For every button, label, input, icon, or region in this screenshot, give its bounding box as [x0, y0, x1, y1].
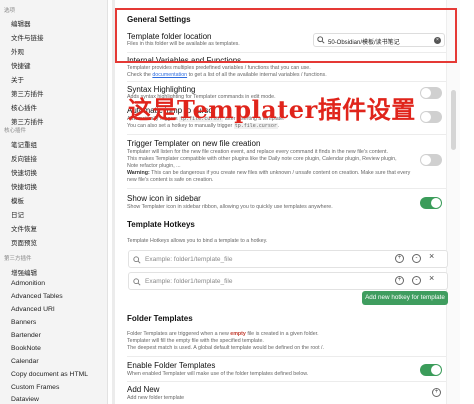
- folder-templates-title: Folder Templates: [127, 314, 193, 323]
- sidebar-item-community-plugins[interactable]: 第三方插件: [11, 88, 44, 98]
- warning-text: This can be dangerous if you create new …: [151, 170, 411, 176]
- toggle-knob: [431, 365, 441, 375]
- settings-sidebar: 选项 编辑器 文件与链接 外观 快捷键 关于 第三方插件 核心插件 第三方插件 …: [0, 0, 108, 404]
- sidebar-item-booknote[interactable]: BookNote: [11, 345, 41, 352]
- template-hotkeys-title: Template Hotkeys: [127, 220, 195, 229]
- highlight-annotation-box: [115, 8, 457, 63]
- trigger-desc-1: Templater will listen for the new file c…: [127, 149, 388, 155]
- sidebar-item-daily-notes[interactable]: 日记: [11, 209, 24, 219]
- trigger-new-file-title: Trigger Templater on new file creation: [127, 139, 261, 148]
- sidebar-item-file-recovery[interactable]: 文件恢复: [11, 223, 37, 233]
- annotation-text: 这是Templater插件设置: [128, 95, 416, 124]
- auto-jump-toggle[interactable]: [420, 111, 442, 123]
- sidebar-item-calendar[interactable]: Calendar: [11, 358, 39, 365]
- sidebar-item-copy-as-html[interactable]: Copy document as HTML: [11, 371, 88, 378]
- separator: [127, 356, 452, 357]
- add-hotkey-button[interactable]: Add new hotkey for template: [362, 291, 448, 305]
- show-icon-desc: Show Templater icon in sidebar ribbon, a…: [127, 204, 333, 210]
- sidebar-group-third-party: 第三方插件: [4, 256, 32, 262]
- folder-templates-desc-1: Folder Templates are triggered when a ne…: [127, 331, 447, 338]
- sidebar-item-dataview[interactable]: Dataview: [11, 396, 39, 403]
- sidebar-item-enhanced-editing[interactable]: 增强编辑: [11, 267, 37, 277]
- folder-desc-pre: Folder Templates are triggered when a ne…: [127, 331, 229, 337]
- sidebar-item-banners[interactable]: Banners: [11, 319, 36, 326]
- template-hotkeys-desc: Template Hotkeys allows you to bind a te…: [127, 238, 268, 244]
- sidebar-item-command-palette[interactable]: 快捷切换: [11, 181, 37, 191]
- sidebar-item-about[interactable]: 关于: [11, 74, 24, 84]
- sidebar-item-note-composer[interactable]: 笔记重组: [11, 139, 37, 149]
- sidebar-item-editor[interactable]: 编辑器: [11, 18, 31, 28]
- sidebar-item-page-preview[interactable]: 页面预览: [11, 237, 37, 247]
- show-icon-title: Show icon in sidebar: [127, 194, 201, 203]
- sidebar-item-third-party[interactable]: 第三方插件: [11, 116, 44, 126]
- add-new-desc: Add new folder template: [127, 395, 185, 401]
- sidebar-item-hotkeys[interactable]: 快捷键: [11, 60, 31, 70]
- close-icon[interactable]: ×: [429, 251, 434, 261]
- toggle-knob: [431, 198, 441, 208]
- sidebar-item-backlinks[interactable]: 反向链接: [11, 153, 37, 163]
- sidebar-item-advanced-tables[interactable]: Advanced Tables: [11, 293, 63, 300]
- internal-vars-desc-2: Check the documentation to get a list of…: [127, 72, 447, 79]
- close-icon[interactable]: ×: [429, 273, 434, 283]
- info-circle-icon[interactable]: -: [412, 254, 421, 263]
- sidebar-item-bartender[interactable]: Bartender: [11, 332, 41, 339]
- sidebar-item-custom-frames[interactable]: Custom Frames: [11, 384, 59, 391]
- sidebar-item-advanced-uri[interactable]: Advanced URI: [11, 306, 55, 313]
- trigger-desc-3: Note refactor plugin, ...: [127, 163, 181, 169]
- folder-templates-desc-3: The deepest match is used. A global defa…: [127, 345, 324, 351]
- folder-desc-empty: empty: [230, 331, 246, 337]
- sidebar-item-appearance[interactable]: 外观: [11, 46, 24, 56]
- add-new-title: Add New: [127, 385, 160, 394]
- sidebar-item-admonition[interactable]: Admonition: [11, 280, 45, 287]
- folder-templates-desc-2: Templater will fill the empty file with …: [127, 338, 264, 344]
- sidebar-group-core: 核心插件: [4, 128, 27, 134]
- toggle-knob: [421, 112, 431, 122]
- folder-desc-post: file is created in a given folder.: [247, 331, 319, 337]
- plus-circle-icon[interactable]: +: [395, 276, 404, 285]
- info-circle-icon[interactable]: -: [412, 276, 421, 285]
- separator: [127, 188, 452, 189]
- sidebar-item-core-plugins[interactable]: 核心插件: [11, 102, 37, 112]
- trigger-new-file-toggle[interactable]: [420, 154, 442, 166]
- enable-folder-templates-desc: When enabled Templater will make use of …: [127, 371, 309, 377]
- warning-label: Warning:: [127, 170, 150, 176]
- internal-vars-desc: Templater provides multiples predefined …: [127, 65, 311, 71]
- separator: [127, 134, 452, 135]
- documentation-link[interactable]: documentation: [152, 72, 187, 78]
- internal-desc-post: to get a list of all the available inter…: [188, 72, 327, 78]
- sidebar-group-options: 选项: [4, 8, 16, 14]
- separator: [127, 381, 452, 382]
- search-icon: [133, 256, 141, 264]
- trigger-desc-4: new file's content is safe on creation.: [127, 177, 214, 183]
- trigger-desc-2: This makes Templater compatible with oth…: [127, 156, 397, 162]
- separator: [127, 81, 452, 82]
- show-icon-toggle[interactable]: [420, 197, 442, 209]
- internal-desc-pre: Check the: [127, 72, 151, 78]
- toggle-knob: [421, 155, 431, 165]
- trigger-warning: Warning: This can be dangerous if you cr…: [127, 170, 447, 177]
- sidebar-item-templates[interactable]: 模板: [11, 195, 24, 205]
- syntax-highlighting-toggle[interactable]: [420, 87, 442, 99]
- toggle-knob: [421, 88, 431, 98]
- enable-folder-templates-toggle[interactable]: [420, 364, 442, 376]
- add-folder-template-icon[interactable]: +: [432, 388, 441, 397]
- enable-folder-templates-title: Enable Folder Templates: [127, 361, 216, 370]
- hotkey-placeholder: Example: folder1/template_file: [145, 256, 233, 263]
- hotkey-placeholder: Example: folder1/template_file: [145, 278, 233, 285]
- scrollbar-thumb[interactable]: [451, 90, 456, 150]
- sidebar-item-quick-switcher[interactable]: 快速切换: [11, 167, 37, 177]
- sidebar-item-files-links[interactable]: 文件与链接: [11, 32, 44, 42]
- plus-circle-icon[interactable]: +: [395, 254, 404, 263]
- search-icon: [133, 278, 141, 286]
